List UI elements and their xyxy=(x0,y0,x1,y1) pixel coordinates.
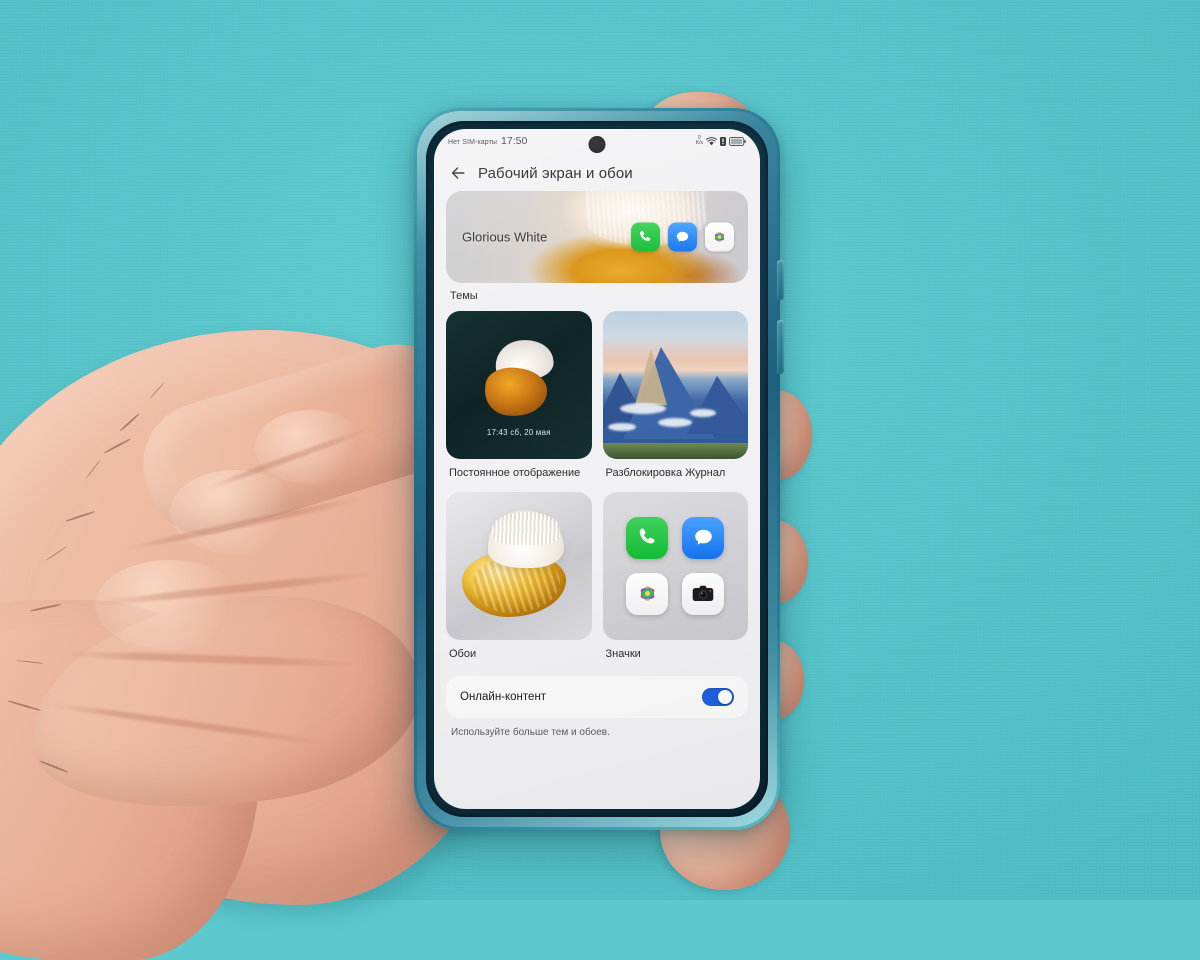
online-content-toggle[interactable] xyxy=(702,688,734,707)
mountain-sunlit-face xyxy=(634,349,667,406)
gallery-icon xyxy=(626,572,669,615)
app-icons-label: Значки xyxy=(605,647,641,660)
back-arrow-icon[interactable] xyxy=(448,163,468,183)
mountain-foreground xyxy=(602,443,748,459)
page-header: Рабочий экран и обои xyxy=(434,153,760,191)
settings-content: Glorious White Темы 17:43 сб, 20 мая Пос… xyxy=(434,191,760,748)
mountain-peak-right xyxy=(686,376,748,435)
snowfield xyxy=(619,402,666,414)
settings-grid-row-1: 17:43 сб, 20 мая Постоянное отображение xyxy=(446,311,748,492)
wallpaper-preview[interactable] xyxy=(446,491,592,640)
always-on-display-tile[interactable]: 17:43 сб, 20 мая Постоянное отображение xyxy=(446,311,592,492)
network-speed-indicator: 0 K/s xyxy=(696,136,703,146)
wifi-icon xyxy=(706,136,717,145)
knuckle-highlight xyxy=(95,560,245,650)
online-content-label: Онлайн-контент xyxy=(460,691,547,704)
theme-name-label: Glorious White xyxy=(462,229,548,245)
status-bar-clock: 17:50 xyxy=(501,135,528,147)
phone-icon xyxy=(626,516,669,559)
page-title: Рабочий экран и обои xyxy=(478,164,633,182)
themes-label: Темы xyxy=(450,290,478,302)
theme-icon-preview-row xyxy=(631,222,734,252)
volume-button[interactable] xyxy=(777,260,784,300)
aod-clock-text: 17:43 сб, 20 мая xyxy=(486,428,551,437)
snowfield xyxy=(657,417,692,427)
app-icons-preview[interactable] xyxy=(602,491,748,640)
status-bar-left: Нет SIM-карты 17:50 xyxy=(448,135,527,147)
messages-icon xyxy=(668,222,697,252)
toggle-knob xyxy=(718,690,732,705)
theme-banner-card[interactable]: Glorious White xyxy=(446,191,748,283)
phone-icon xyxy=(631,222,660,252)
network-speed-unit: K/s xyxy=(695,140,703,146)
wallpaper-flower-graphic xyxy=(460,510,578,624)
lock-screen-preview[interactable] xyxy=(602,311,748,459)
settings-grid-row-2: Обои Значки xyxy=(446,491,748,673)
sim-status-text: Нет SIM-карты xyxy=(448,139,498,146)
status-bar-right: 0 K/s xyxy=(696,136,746,146)
phone-screen: Нет SIM-карты 17:50 0 K/s Рабочий экран … xyxy=(434,129,760,809)
aod-preview[interactable]: 17:43 сб, 20 мая xyxy=(446,311,592,459)
aod-flower-graphic xyxy=(477,336,561,419)
camera-icon xyxy=(682,572,725,615)
lock-screen-label: Разблокировка Журнал xyxy=(605,467,726,479)
power-button[interactable] xyxy=(777,320,784,374)
snowfield xyxy=(689,408,716,417)
lock-screen-tile[interactable]: Разблокировка Журнал xyxy=(602,311,748,492)
always-on-display-label: Постоянное отображение xyxy=(449,467,581,479)
app-icons-grid xyxy=(626,516,725,615)
gallery-icon xyxy=(705,222,734,252)
wallpaper-label: Обои xyxy=(449,647,477,660)
front-camera-punchhole xyxy=(588,136,606,153)
signal-icon xyxy=(720,136,726,146)
wallpaper-petal-white xyxy=(488,510,565,569)
app-icons-tile[interactable]: Значки xyxy=(602,491,748,673)
battery-icon xyxy=(729,136,746,146)
smartphone: Нет SIM-карты 17:50 0 K/s Рабочий экран … xyxy=(414,108,784,830)
online-content-row[interactable]: Онлайн-контент xyxy=(446,676,748,719)
wallpaper-tile[interactable]: Обои xyxy=(446,491,592,673)
footnote-text: Используйте больше тем и обоев. xyxy=(451,727,610,739)
messages-icon xyxy=(682,516,725,559)
